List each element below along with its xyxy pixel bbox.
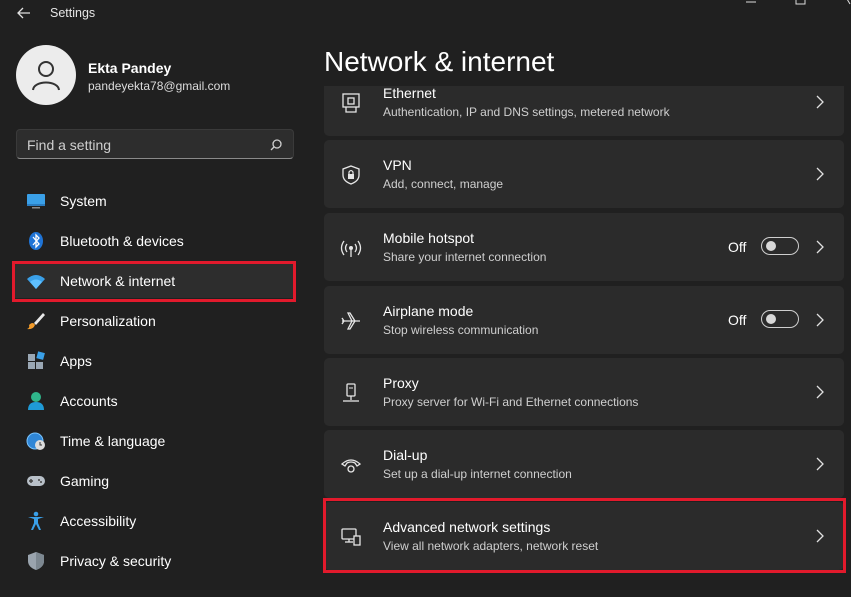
wifi-icon [27, 275, 45, 289]
sidebar-item-accounts[interactable]: Accounts [12, 382, 296, 418]
sidebar-item-privacy-security[interactable]: Privacy & security [12, 542, 296, 578]
card-subtitle: Authentication, IP and DNS settings, met… [383, 105, 670, 119]
network-pc-icon [341, 528, 361, 546]
sidebar-item-label: Accessibility [60, 513, 137, 529]
sidebar-item-label: Personalization [60, 313, 156, 329]
user-email: pandeyekta78@gmail.com [88, 79, 231, 93]
bluetooth-icon [29, 232, 43, 250]
sidebar-item-label: Bluetooth & devices [60, 233, 184, 249]
user-name: Ekta Pandey [88, 60, 172, 76]
search-input[interactable]: Find a setting [16, 129, 294, 159]
chevron-right-icon [816, 167, 824, 181]
chevron-right-icon [816, 385, 824, 399]
maximize-icon [795, 0, 806, 5]
sidebar-item-label: Network & internet [60, 273, 176, 289]
toggle-knob [766, 314, 776, 324]
sidebar-item-personalization[interactable]: Personalization [12, 302, 296, 338]
card-advanced-network-settings[interactable]: Advanced network settings View all netwo… [324, 502, 844, 570]
close-icon [847, 0, 851, 5]
toggle-knob [766, 241, 776, 251]
card-title: Advanced network settings [383, 519, 551, 535]
sidebar-item-time-language[interactable]: Time & language [12, 422, 296, 458]
sidebar-item-apps[interactable]: Apps [12, 342, 296, 378]
card-title: Airplane mode [383, 303, 474, 319]
page-title: Network & internet [324, 46, 555, 77]
active-indicator [12, 273, 15, 289]
sidebar-item-label: Accounts [60, 393, 118, 409]
dialup-icon [340, 459, 362, 473]
vpn-shield-icon [342, 165, 360, 185]
sidebar-item-label: Gaming [60, 473, 110, 489]
card-ethernet[interactable]: Ethernet Authentication, IP and DNS sett… [324, 86, 844, 136]
airplane-toggle[interactable] [761, 310, 799, 328]
chevron-right-icon [816, 240, 824, 254]
search-placeholder: Find a setting [27, 137, 112, 153]
minimize-icon [746, 1, 756, 3]
card-mobile-hotspot[interactable]: Mobile hotspot Share your internet conne… [324, 213, 844, 281]
card-subtitle: Proxy server for Wi-Fi and Ethernet conn… [383, 395, 639, 409]
card-subtitle: Add, connect, manage [383, 177, 504, 191]
hotspot-toggle[interactable] [761, 237, 799, 255]
search-icon [270, 139, 282, 151]
hotspot-icon [340, 240, 362, 257]
card-subtitle: View all network adapters, network reset [383, 539, 599, 553]
settings-list: Ethernet Authentication, IP and DNS sett… [324, 86, 844, 597]
maximize-button[interactable] [777, 0, 823, 10]
title-bar: Settings [0, 0, 851, 28]
card-subtitle: Stop wireless communication [383, 323, 539, 337]
proxy-icon [343, 383, 359, 402]
card-title: Mobile hotspot [383, 230, 475, 246]
card-subtitle: Share your internet connection [383, 250, 547, 264]
card-proxy[interactable]: Proxy Proxy server for Wi-Fi and Etherne… [324, 358, 844, 426]
user-icon [32, 61, 60, 91]
app-title: Settings [50, 6, 96, 20]
card-title: VPN [383, 157, 412, 173]
sidebar-item-label: Time & language [60, 433, 166, 449]
apps-icon [28, 351, 45, 369]
gamepad-icon [27, 476, 45, 486]
toggle-state-label: Off [728, 239, 747, 255]
card-dial-up[interactable]: Dial-up Set up a dial-up internet connec… [324, 430, 844, 498]
globe-clock-icon [26, 432, 45, 450]
toggle-state-label: Off [728, 312, 747, 328]
chevron-right-icon [816, 95, 824, 109]
card-title: Dial-up [383, 447, 428, 463]
sidebar-item-accessibility[interactable]: Accessibility [12, 502, 296, 538]
chevron-right-icon [816, 313, 824, 327]
sidebar-item-label: System [60, 193, 107, 209]
card-subtitle: Set up a dial-up internet connection [383, 467, 572, 481]
chevron-right-icon [816, 529, 824, 543]
card-title: Proxy [383, 375, 419, 391]
back-button[interactable] [14, 3, 34, 23]
card-title: Ethernet [383, 86, 436, 101]
brush-icon [27, 313, 45, 330]
sidebar-item-label: Apps [60, 353, 92, 369]
avatar[interactable] [16, 45, 76, 105]
card-vpn[interactable]: VPN Add, connect, manage [324, 140, 844, 208]
close-button[interactable] [826, 0, 851, 10]
ethernet-icon [342, 93, 360, 113]
airplane-icon [341, 312, 360, 330]
sidebar-item-system[interactable]: System [12, 182, 296, 218]
sidebar-item-label: Privacy & security [60, 553, 172, 569]
sidebar-item-network[interactable]: Network & internet [12, 262, 296, 298]
sidebar-item-gaming[interactable]: Gaming [12, 462, 296, 498]
card-airplane-mode[interactable]: Airplane mode Stop wireless communicatio… [324, 286, 844, 354]
shield-icon [28, 552, 44, 570]
chevron-right-icon [816, 457, 824, 471]
minimize-button[interactable] [728, 0, 774, 10]
sidebar-item-bluetooth[interactable]: Bluetooth & devices [12, 222, 296, 258]
system-icon [27, 194, 45, 209]
back-arrow-icon [17, 7, 30, 19]
accessibility-icon [28, 511, 44, 530]
sidebar-nav: System Bluetooth & devices Network & int… [12, 182, 296, 582]
accounts-icon [28, 392, 44, 410]
